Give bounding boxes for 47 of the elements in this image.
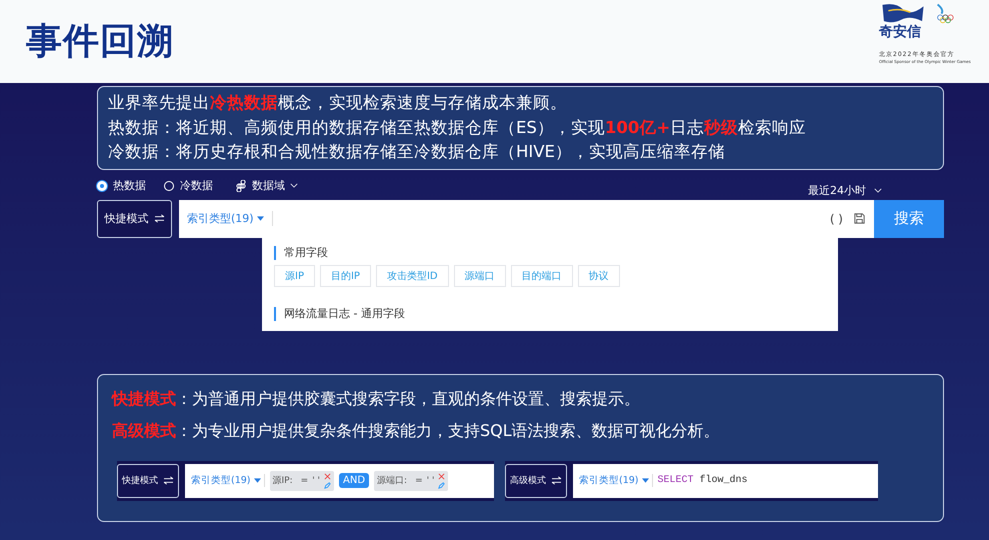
swap-icon <box>551 476 562 486</box>
condition-field: 源端口: <box>377 474 408 487</box>
intro-text: 冷数据：将历史存根和合规性数据存储至冷数据仓库（HIVE），实现高压缩率存储 <box>108 141 726 163</box>
chevron-icon <box>874 188 882 193</box>
condition-value: ' ' <box>312 476 320 486</box>
caret-icon <box>642 478 649 483</box>
search-field[interactable]: 索引类型(19) SELECT flow_dns <box>573 464 878 498</box>
search-field[interactable]: 索引类型(19) ( ) <box>179 200 874 238</box>
swap-icon <box>163 476 174 486</box>
edit-icon[interactable] <box>438 482 446 488</box>
mode-button[interactable]: 高级模式 <box>505 464 567 498</box>
mode-description: 高级模式：为专业用户提供复杂条件搜索能力，支持SQL语法搜索、数据可视化分析。 <box>112 420 721 442</box>
caret-icon <box>256 216 264 222</box>
mode-description: 快捷模式：为普通用户提供胶囊式搜索字段，直观的条件设置、搜索提示。 <box>112 388 641 410</box>
index-type-dropdown[interactable]: 索引类型(19) <box>191 474 265 487</box>
brand-name: 奇安信 <box>879 24 921 40</box>
time-range-dropdown[interactable]: 最近24小时 <box>808 183 882 198</box>
and-badge: AND <box>339 473 370 488</box>
mode-button[interactable]: 快捷模式 <box>117 464 179 498</box>
search-field[interactable]: 索引类型(19) 源IP: = ' ' AND 源端口: = ' ' <box>185 464 494 498</box>
section-title: 常用字段 <box>274 246 826 260</box>
radio-option[interactable]: 冷数据 <box>164 178 213 193</box>
condition-chip[interactable]: 源端口: = ' ' <box>374 470 448 490</box>
close-icon[interactable] <box>438 472 446 480</box>
intro-text: 业界率先提出冷热数据概念，实现检索速度与存储成本兼顾。 <box>108 92 568 114</box>
save-icon[interactable] <box>853 212 866 225</box>
condition-field: 源IP: <box>272 474 293 487</box>
caret-icon <box>254 478 261 483</box>
swap-icon <box>154 214 164 224</box>
sql-query: SELECT flow_dns <box>658 475 748 486</box>
condition-value: ' ' <box>426 476 434 486</box>
chevron-icon <box>290 183 298 188</box>
condition-chip[interactable]: 源IP: = ' ' <box>270 470 334 490</box>
radio-option[interactable]: 热数据 <box>97 178 146 193</box>
edit-icon[interactable] <box>324 482 331 488</box>
index-type-dropdown[interactable]: 索引类型(19) <box>187 211 273 226</box>
paren-button[interactable]: ( ) <box>830 212 843 226</box>
search-button[interactable]: 搜索 <box>874 200 944 238</box>
mode-button[interactable]: 快捷模式 <box>97 200 172 238</box>
condition-operator: = <box>415 476 423 486</box>
section-title: 网络流量日志 - 通用字段 <box>274 306 826 320</box>
close-icon[interactable] <box>324 472 331 480</box>
index-type-dropdown[interactable]: 索引类型(19) <box>579 474 653 487</box>
condition-operator: = <box>300 476 308 486</box>
intro-text: 热数据：将近期、高频使用的数据存储至热数据仓库（ES），实现100亿+日志秒级检索响应 <box>108 116 808 138</box>
domain-dropdown[interactable]: 数据域 <box>235 178 298 193</box>
page-title: 事件回溯 <box>26 20 174 64</box>
